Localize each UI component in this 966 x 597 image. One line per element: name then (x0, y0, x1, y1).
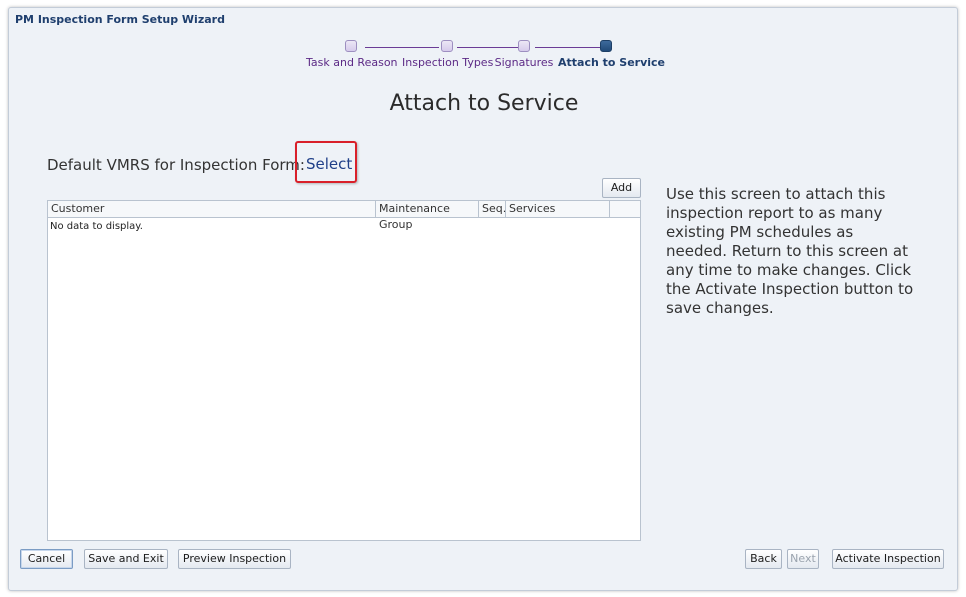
vmrs-select-link[interactable]: Select (306, 155, 352, 173)
add-button[interactable]: Add (602, 178, 641, 198)
column-header-customer[interactable]: Customer (48, 201, 376, 217)
select-highlight-box: Select (295, 141, 357, 183)
empty-table-message: No data to display. (50, 221, 143, 232)
train-step-signatures[interactable]: Signatures (493, 40, 555, 69)
activate-inspection-button[interactable]: Activate Inspection (832, 549, 944, 569)
vmrs-label: Default VMRS for Inspection Form: (47, 156, 305, 174)
top-strip (0, 0, 966, 7)
save-and-exit-button[interactable]: Save and Exit (84, 549, 168, 569)
wizard-train: Task and Reason Inspection Types Signatu… (9, 40, 959, 80)
preview-inspection-button[interactable]: Preview Inspection (178, 549, 291, 569)
train-step-label: Signatures (494, 56, 554, 69)
cancel-button[interactable]: Cancel (20, 549, 73, 569)
next-button: Next (787, 549, 819, 569)
column-header-seq[interactable]: Seq. (479, 201, 506, 217)
step-node-icon (345, 40, 357, 52)
step-node-current-icon (600, 40, 612, 52)
table-header: Customer Maintenance Group Seq. Services (48, 201, 640, 231)
step-node-icon (441, 40, 453, 52)
column-header-blank (610, 201, 640, 217)
train-step-task-and-reason[interactable]: Task and Reason (306, 40, 398, 69)
train-step-label: Inspection Types (402, 56, 494, 69)
train-step-label: Attach to Service (558, 56, 666, 69)
help-text: Use this screen to attach this inspectio… (666, 185, 914, 317)
train-step-inspection-types[interactable]: Inspection Types (402, 40, 494, 69)
wizard-window: PM Inspection Form Setup Wizard Task and… (8, 7, 958, 591)
services-table: Customer Maintenance Group Seq. Services… (47, 200, 641, 541)
step-node-icon (518, 40, 530, 52)
train-step-label: Task and Reason (306, 56, 398, 69)
page-title: Attach to Service (389, 91, 579, 116)
train-step-attach-to-service: Attach to Service (558, 40, 666, 69)
column-header-services[interactable]: Services (506, 201, 610, 217)
back-button[interactable]: Back (745, 549, 782, 569)
column-header-maintenance-group[interactable]: Maintenance Group (376, 201, 479, 231)
window-title: PM Inspection Form Setup Wizard (15, 13, 225, 26)
